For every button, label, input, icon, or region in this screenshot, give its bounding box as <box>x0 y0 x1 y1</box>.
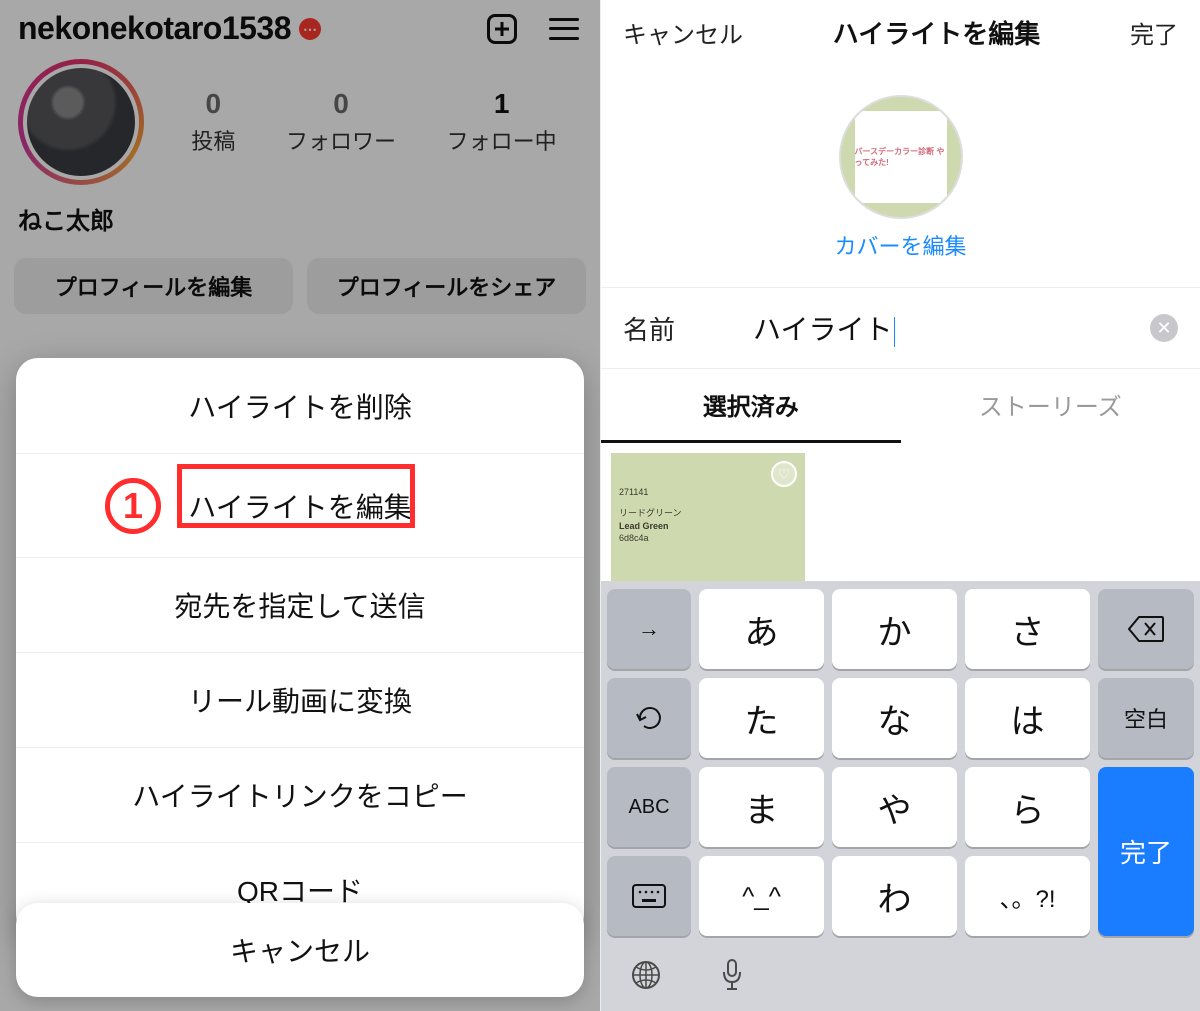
key-ra[interactable]: ら <box>965 767 1090 847</box>
key-sa[interactable]: さ <box>965 589 1090 669</box>
key-punct[interactable]: 、。?! <box>965 856 1090 936</box>
key-undo[interactable] <box>607 678 691 758</box>
tab-stories[interactable]: ストーリーズ <box>901 369 1200 443</box>
ios-keyboard: → あ か さ た な は 空白 ABC <box>601 581 1200 1011</box>
undo-icon <box>634 703 664 733</box>
sheet-copy-link[interactable]: ハイライトリンクをコピー <box>16 747 584 842</box>
done-button[interactable]: 完了 <box>1130 15 1178 50</box>
key-backspace[interactable] <box>1098 589 1194 669</box>
content-tabs: 選択済み ストーリーズ <box>601 369 1200 443</box>
name-label: 名前 <box>623 310 753 347</box>
edit-cover-link[interactable]: カバーを編集 <box>834 229 966 261</box>
key-arrow[interactable]: → <box>607 589 691 669</box>
sheet-convert-reel[interactable]: リール動画に変換 <box>16 652 584 747</box>
key-keyboard-switch[interactable] <box>607 856 691 936</box>
backspace-icon <box>1128 616 1164 642</box>
highlight-cover[interactable]: バースデーカラー診断 やってみた! <box>839 95 963 219</box>
tab-selected[interactable]: 選択済み <box>601 369 901 443</box>
annotation-badge-1: 1 <box>105 478 161 534</box>
key-ha[interactable]: は <box>965 678 1090 758</box>
edit-header: キャンセル ハイライトを編集 完了 <box>601 0 1200 65</box>
right-screenshot: キャンセル ハイライトを編集 完了 バースデーカラー診断 やってみた! カバーを… <box>600 0 1200 1011</box>
key-ma[interactable]: ま <box>699 767 824 847</box>
key-abc[interactable]: ABC <box>607 767 691 847</box>
cover-banner-text: バースデーカラー診断 やってみた! <box>855 146 947 168</box>
cancel-button[interactable]: キャンセル <box>623 15 743 50</box>
key-mic[interactable] <box>693 945 771 1005</box>
text-caret <box>894 317 895 347</box>
key-ka[interactable]: か <box>832 589 957 669</box>
keyboard-icon <box>632 884 666 908</box>
clear-text-icon[interactable]: ✕ <box>1150 314 1178 342</box>
key-a[interactable]: あ <box>699 589 824 669</box>
key-na[interactable]: な <box>832 678 957 758</box>
key-return[interactable]: 完了 <box>1098 767 1194 936</box>
sheet-delete-highlight[interactable]: ハイライトを削除 <box>16 358 584 453</box>
action-sheet: ハイライトを削除 ハイライトを編集 宛先を指定して送信 リール動画に変換 ハイラ… <box>16 358 584 937</box>
name-field-row[interactable]: 名前 ハイライト ✕ <box>601 287 1200 369</box>
sheet-cancel-button[interactable]: キャンセル <box>16 903 584 997</box>
sheet-send-to[interactable]: 宛先を指定して送信 <box>16 557 584 652</box>
key-ya[interactable]: や <box>832 767 957 847</box>
left-screenshot: nekonekotaro1538 0 投稿 0 フォロワー 1 <box>0 0 600 1011</box>
story-date: 271141 <box>619 487 648 497</box>
globe-icon <box>630 959 662 991</box>
key-ta[interactable]: た <box>699 678 824 758</box>
annotation-box-1 <box>177 464 415 528</box>
page-title: ハイライトを編集 <box>833 14 1040 51</box>
heart-badge-icon: ♡ <box>771 461 797 487</box>
mic-icon <box>720 958 744 992</box>
name-input[interactable]: ハイライト <box>753 308 895 348</box>
key-globe[interactable] <box>607 945 685 1005</box>
key-face[interactable]: ^_^ <box>699 856 824 936</box>
story-text: リードグリーン Lead Green 6d8c4a <box>619 507 682 545</box>
key-wa[interactable]: わ <box>832 856 957 936</box>
key-space[interactable]: 空白 <box>1098 678 1194 758</box>
